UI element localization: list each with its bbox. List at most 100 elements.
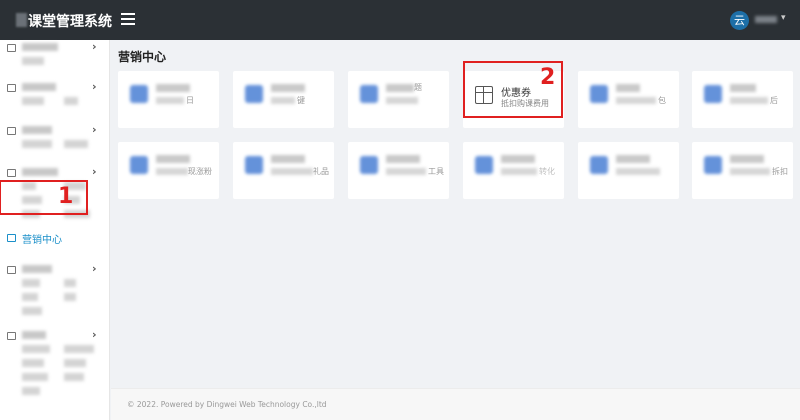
chevron-right-icon: › <box>92 123 97 136</box>
send-icon <box>590 156 608 174</box>
card-subtitle <box>616 97 656 104</box>
card-title <box>730 84 756 92</box>
sidebar-item-label: 营销中心 <box>22 235 62 246</box>
chevron-right-icon: › <box>92 40 97 53</box>
avatar[interactable]: 云 <box>730 11 749 30</box>
sidebar-subitem[interactable] <box>22 359 44 367</box>
card-title <box>271 155 305 163</box>
chevron-right-icon: › <box>92 328 97 341</box>
sidebar: › › › › 营销中心 › › <box>0 40 110 420</box>
phone-icon <box>360 156 378 174</box>
sidebar-subitem[interactable] <box>22 307 42 315</box>
card-title <box>271 84 305 92</box>
card-subtitle <box>501 168 537 175</box>
doc-icon <box>7 169 16 177</box>
doc-icon <box>7 332 16 340</box>
sidebar-item-label <box>22 331 46 339</box>
card-subtitle <box>730 168 770 175</box>
doc-icon <box>7 127 16 135</box>
sidebar-subitem[interactable] <box>64 279 76 287</box>
app-icon <box>130 156 148 174</box>
annotation-number-2: 2 <box>540 65 556 90</box>
card-subtitle-fragment: 现涨粉 <box>188 167 212 176</box>
footer-copyright: © 2022. Powered by Dingwei Web Technolog… <box>127 400 327 409</box>
chevron-right-icon: › <box>92 165 97 178</box>
card-subtitle <box>386 168 426 175</box>
clock-icon <box>704 85 722 103</box>
card-title <box>156 155 190 163</box>
building-icon <box>7 84 16 92</box>
app-icon <box>360 85 378 103</box>
sidebar-subitem[interactable] <box>64 140 88 148</box>
chevron-right-icon: › <box>92 262 97 275</box>
card-subtitle-fragment: 键 <box>297 96 305 105</box>
sidebar-item-label <box>22 265 52 273</box>
footer: © 2022. Powered by Dingwei Web Technolog… <box>111 388 800 420</box>
card-title <box>386 84 414 92</box>
sidebar-item-label <box>22 83 56 91</box>
annotation-box-1: 1 <box>0 180 88 215</box>
card-title <box>156 84 190 92</box>
card-title <box>616 84 640 92</box>
sidebar-item-label <box>22 168 58 176</box>
sidebar-subitem[interactable] <box>22 387 40 395</box>
marketing-card[interactable]: 键 <box>233 71 334 128</box>
sidebar-item-label <box>22 126 52 134</box>
marketing-card[interactable]: 拆扣 <box>692 142 793 199</box>
sidebar-subitem[interactable] <box>64 359 86 367</box>
hamburger-icon[interactable] <box>121 13 135 25</box>
card-title <box>501 155 535 163</box>
card-title-fragment: 题 <box>414 83 422 92</box>
page-title: 营销中心 <box>118 50 167 64</box>
marketing-card[interactable]: 礼品 <box>233 142 334 199</box>
marketing-card[interactable]: 题 <box>348 71 449 128</box>
marketing-card[interactable] <box>578 142 679 199</box>
card-subtitle-fragment: 拆扣 <box>772 167 788 176</box>
annotation-box-2: 2 <box>463 61 563 118</box>
card-title <box>386 155 420 163</box>
app-icon <box>245 85 263 103</box>
card-subtitle <box>730 97 768 104</box>
sidebar-item-label <box>22 43 58 51</box>
marketing-card[interactable]: 转化 <box>463 142 564 199</box>
app-icon <box>245 156 263 174</box>
sidebar-subitem[interactable] <box>22 293 38 301</box>
sidebar-subitem[interactable] <box>64 293 76 301</box>
marketing-card[interactable]: 后 <box>692 71 793 128</box>
folder-icon <box>7 44 16 52</box>
sidebar-subitem[interactable] <box>22 97 44 105</box>
sidebar-subitem[interactable] <box>64 97 78 105</box>
marketing-card[interactable]: 现涨粉 <box>118 142 219 199</box>
sidebar-subitem[interactable] <box>22 345 50 353</box>
sidebar-subitem[interactable] <box>22 279 40 287</box>
card-subtitle-fragment: 后 <box>770 96 778 105</box>
card-subtitle <box>616 168 660 175</box>
card-subtitle-fragment: 转化 <box>539 167 555 176</box>
card-subtitle <box>271 168 313 175</box>
card-title <box>616 155 650 163</box>
grid-icon <box>7 266 16 274</box>
grid-icon <box>704 156 722 174</box>
top-bar: 课堂管理系统 云 ▾ <box>0 0 800 40</box>
marketing-card[interactable]: 日 <box>118 71 219 128</box>
chevron-right-icon: › <box>92 80 97 93</box>
card-subtitle-fragment: 日 <box>186 96 194 105</box>
card-subtitle-fragment: 工具 <box>428 167 444 176</box>
user-name[interactable] <box>755 16 777 23</box>
card-subtitle-fragment: 礼品 <box>313 167 329 176</box>
annotation-number-1: 1 <box>58 184 74 209</box>
chevron-down-icon[interactable]: ▾ <box>781 13 786 23</box>
file-icon <box>7 234 16 242</box>
sidebar-subitem[interactable] <box>22 57 44 65</box>
card-subtitle <box>271 97 295 104</box>
marketing-card[interactable]: 包 <box>578 71 679 128</box>
sidebar-subitem[interactable] <box>22 140 52 148</box>
sidebar-subitem[interactable] <box>64 345 94 353</box>
sidebar-subitem[interactable] <box>22 373 48 381</box>
app-title: 课堂管理系统 <box>28 14 112 30</box>
card-title <box>730 155 764 163</box>
app-icon <box>475 156 493 174</box>
sidebar-subitem[interactable] <box>64 373 84 381</box>
marketing-card[interactable]: 工具 <box>348 142 449 199</box>
sidebar-item-marketing[interactable]: 营销中心 <box>0 224 110 252</box>
